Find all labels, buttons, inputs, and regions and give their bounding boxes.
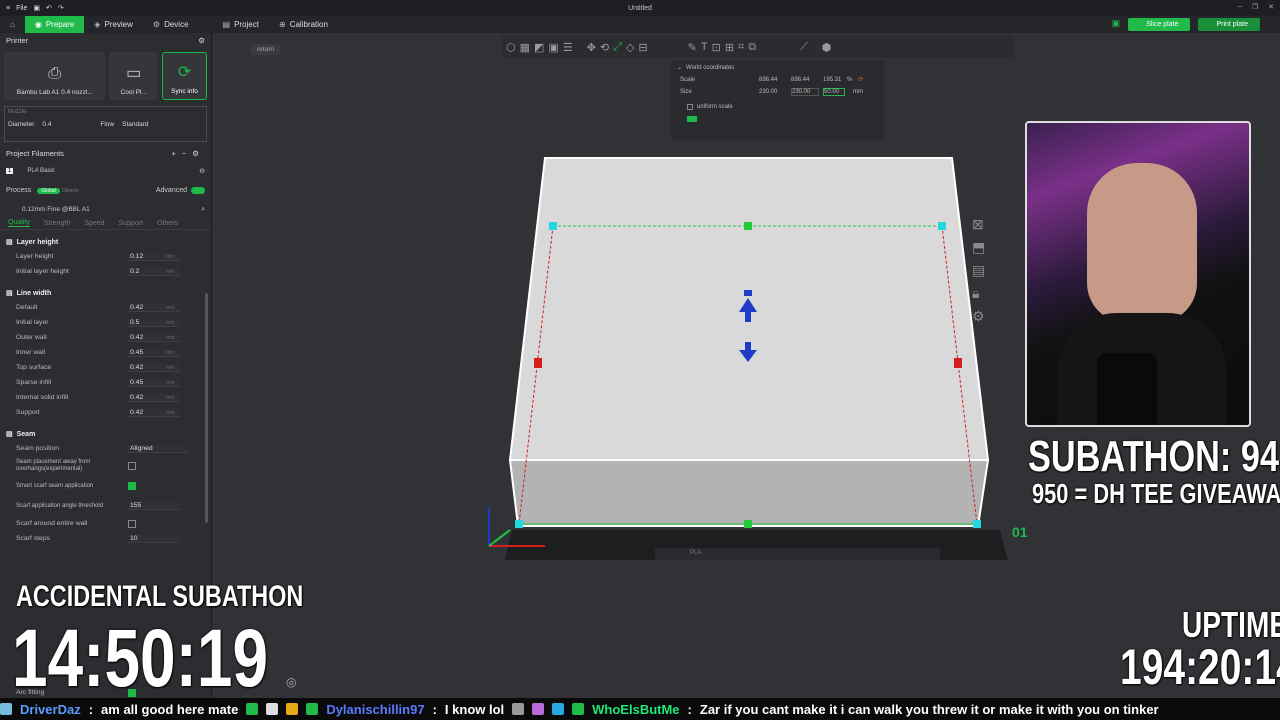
- subathon-count: SUBATHON: 941: [1028, 432, 1280, 481]
- emote-icon: [266, 703, 279, 715]
- chat-message: I know lol: [444, 701, 505, 717]
- webcam-feed: [1025, 121, 1251, 427]
- emote-icon: [512, 703, 525, 715]
- plate-filament-label: PLA: [690, 550, 702, 556]
- scale-handle[interactable]: [973, 520, 981, 528]
- chat-message: am all good here mate: [101, 701, 239, 717]
- subathon-timer: 14:50:19: [12, 613, 269, 704]
- emote-icon: [286, 703, 299, 715]
- scale-handle[interactable]: [938, 222, 946, 230]
- capture-icon[interactable]: ◎: [286, 675, 296, 689]
- plate-side-tools: ⊠ ⬒ ▤ 🔒︎ ⚙: [972, 216, 985, 325]
- emote-icon: [572, 703, 585, 715]
- scale-handle-x[interactable]: [954, 358, 962, 368]
- box-front-face[interactable]: [508, 459, 990, 527]
- close-plate-icon[interactable]: ⊠: [972, 216, 985, 233]
- z-handle[interactable]: [744, 290, 752, 296]
- scale-handle-x[interactable]: [534, 358, 542, 368]
- plate-settings-icon[interactable]: ⚙: [972, 308, 985, 325]
- emote-icon: [306, 703, 319, 715]
- plate-number: 01: [1012, 524, 1028, 540]
- chat-username: WhoElsButMe: [592, 701, 680, 717]
- scale-handle-y[interactable]: [744, 520, 752, 528]
- badge-icon: [0, 703, 12, 715]
- scale-handle[interactable]: [515, 520, 523, 528]
- streamer-head: [1087, 163, 1197, 323]
- accidental-subathon-label: ACCIDENTAL SUBATHON: [16, 580, 304, 613]
- uptime-value: 194:20:14: [1120, 639, 1280, 695]
- microphone: [1097, 353, 1157, 425]
- emote-icon: [532, 703, 545, 715]
- chat-username: DriverDaz: [20, 701, 81, 717]
- chat-message: Zar if you cant make it i can walk you t…: [699, 701, 1159, 717]
- chat-username: Dylanischillin97: [326, 701, 425, 717]
- emote-icon: [552, 703, 565, 715]
- chat-ticker: DriverDaz: am all good here mate Dylanis…: [0, 698, 1280, 720]
- plate-orient-icon[interactable]: ⬒: [972, 239, 985, 256]
- lock-icon[interactable]: 🔒︎: [972, 285, 985, 302]
- scale-handle[interactable]: [549, 222, 557, 230]
- giveaway-text: 950 = DH TEE GIVEAWAY: [1032, 478, 1280, 509]
- emote-icon: [246, 703, 259, 715]
- scale-handle-y[interactable]: [744, 222, 752, 230]
- y-axis: [488, 529, 511, 547]
- plate-arrange-icon[interactable]: ▤: [972, 262, 985, 279]
